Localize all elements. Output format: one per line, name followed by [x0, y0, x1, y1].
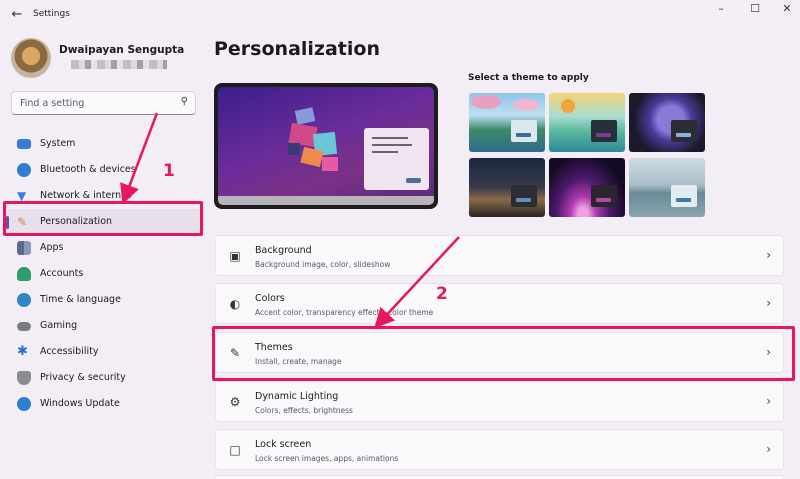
arrow-to-themes — [374, 236, 460, 329]
arrow-to-personalization — [120, 112, 159, 205]
annotation-arrows — [120, 112, 460, 329]
